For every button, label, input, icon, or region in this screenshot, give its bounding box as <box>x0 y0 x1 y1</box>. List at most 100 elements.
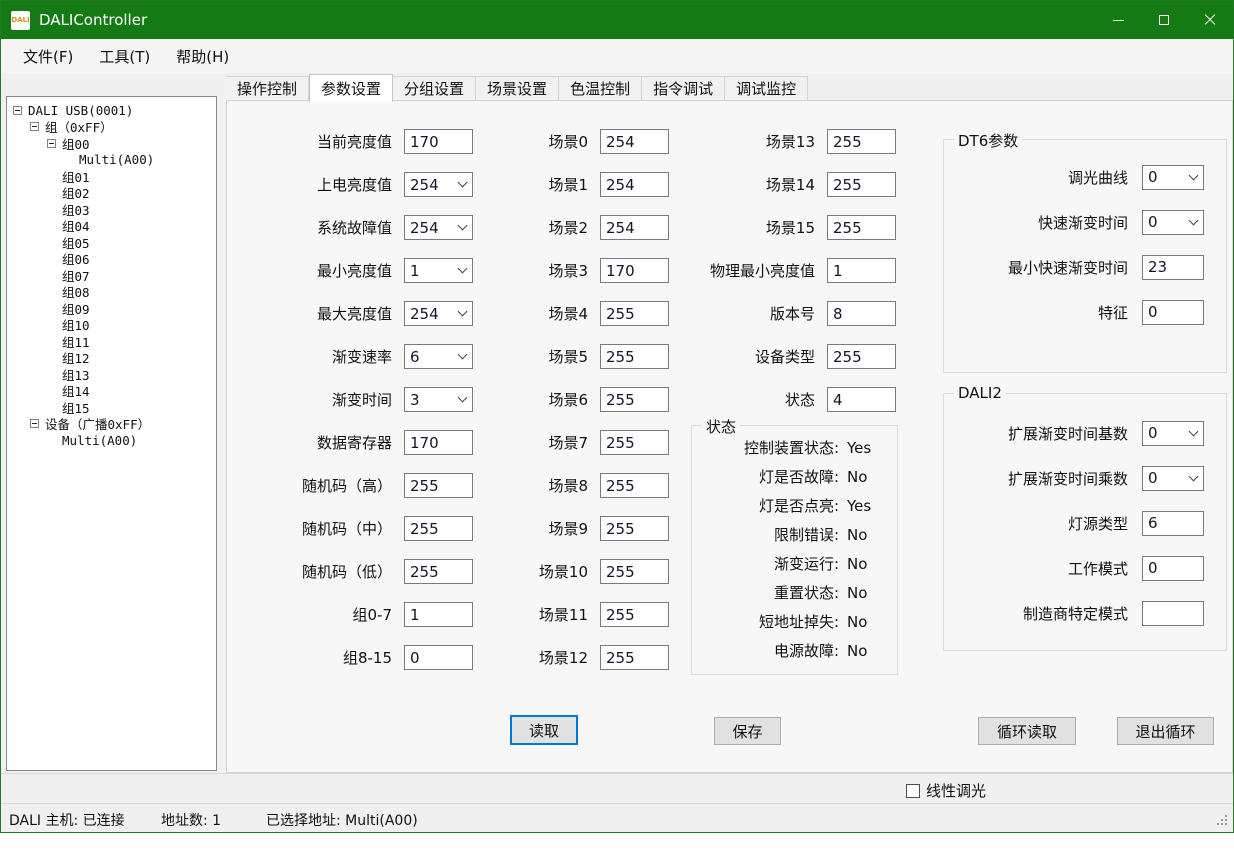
field-input[interactable]: 255 <box>600 559 669 584</box>
field-label: 工作模式 <box>1068 558 1128 579</box>
field-label: 场景11 <box>539 604 588 625</box>
read-button[interactable]: 读取 <box>510 715 578 745</box>
tab[interactable]: 指令调试 <box>642 76 725 101</box>
tree-item[interactable]: 组09 <box>11 300 216 317</box>
field-input[interactable]: 8 <box>827 301 896 326</box>
tree-collapse-icon[interactable] <box>30 122 39 131</box>
field-input[interactable]: 255 <box>404 473 473 498</box>
menu-item[interactable]: 帮助(H) <box>176 46 229 67</box>
field-input[interactable]: 254 <box>600 172 669 197</box>
field-input[interactable]: 255 <box>827 129 896 154</box>
field-combobox[interactable]: 254 <box>404 215 473 240</box>
field-label: 快速渐变时间 <box>1038 212 1128 233</box>
menu-item[interactable]: 文件(F) <box>23 46 73 67</box>
maximize-button[interactable] <box>1141 1 1187 39</box>
tree-collapse-icon[interactable] <box>30 419 39 428</box>
close-button[interactable] <box>1187 1 1233 39</box>
field-input[interactable]: 255 <box>827 172 896 197</box>
field-input[interactable]: 4 <box>827 387 896 412</box>
field-input[interactable]: 255 <box>600 473 669 498</box>
status-row: 短地址掉失: No <box>692 607 897 636</box>
field-combobox[interactable]: 0 <box>1142 210 1204 235</box>
field-row: 场景11 255 <box>506 593 669 636</box>
minimize-button[interactable] <box>1095 1 1141 39</box>
tree-item[interactable]: 组06 <box>11 251 216 268</box>
field-row: 快速渐变时间 0 <box>944 209 1226 235</box>
tree-item[interactable]: 组01 <box>11 168 216 185</box>
tab[interactable]: 调试监控 <box>725 76 808 101</box>
field-input[interactable]: 0 <box>1142 300 1204 325</box>
status-label: 电源故障: <box>698 640 839 661</box>
tree-item[interactable]: DALI USB(0001) <box>11 102 216 119</box>
tree-collapse-icon[interactable] <box>13 106 22 115</box>
field-combobox[interactable]: 1 <box>404 258 473 283</box>
field-combobox[interactable]: 0 <box>1142 421 1204 446</box>
field-input[interactable]: 255 <box>404 559 473 584</box>
field-input[interactable]: 255 <box>600 516 669 541</box>
field-input[interactable]: 0 <box>1142 556 1204 581</box>
tab[interactable]: 操作控制 <box>226 76 309 101</box>
tab[interactable]: 色温控制 <box>559 76 642 101</box>
tree-item[interactable]: 组14 <box>11 383 216 400</box>
status-label: 灯是否点亮: <box>698 495 839 516</box>
field-combobox[interactable]: 6 <box>404 344 473 369</box>
tree-item[interactable]: 组00 <box>11 135 216 152</box>
field-input[interactable]: 23 <box>1142 255 1204 280</box>
field-row: 上电亮度值 254 <box>241 163 473 206</box>
field-input[interactable]: 254 <box>600 129 669 154</box>
field-input[interactable]: 170 <box>404 129 473 154</box>
field-input[interactable]: 255 <box>404 516 473 541</box>
tree-item[interactable]: 组10 <box>11 317 216 334</box>
field-combobox[interactable]: 0 <box>1142 165 1204 190</box>
combo-value: 6 <box>410 348 420 366</box>
tree-item[interactable]: 组02 <box>11 185 216 202</box>
linear-dimming-checkbox[interactable] <box>906 784 920 798</box>
field-combobox[interactable]: 3 <box>404 387 473 412</box>
tree-item[interactable]: 组07 <box>11 267 216 284</box>
tab[interactable]: 场景设置 <box>476 76 559 101</box>
tree-item[interactable]: 组12 <box>11 350 216 367</box>
field-combobox[interactable]: 0 <box>1142 466 1204 491</box>
field-input[interactable]: 255 <box>600 344 669 369</box>
field-input[interactable]: 255 <box>827 215 896 240</box>
field-label: 随机码（中） <box>302 518 392 539</box>
save-button[interactable]: 保存 <box>714 717 781 745</box>
field-input[interactable]: 1 <box>827 258 896 283</box>
resize-grip[interactable] <box>1217 823 1219 825</box>
tree-item[interactable]: 组（0xFF） <box>11 119 216 136</box>
field-input[interactable]: 170 <box>600 258 669 283</box>
app-icon: DALI <box>11 11 30 30</box>
tree-item[interactable]: 组04 <box>11 218 216 235</box>
tree-item[interactable]: 组15 <box>11 399 216 416</box>
field-input[interactable]: 1 <box>404 602 473 627</box>
field-input[interactable]: 255 <box>600 645 669 670</box>
tab[interactable]: 参数设置 <box>309 74 393 102</box>
field-combobox[interactable]: 254 <box>404 172 473 197</box>
field-input[interactable]: 255 <box>600 602 669 627</box>
field-input[interactable]: 255 <box>600 301 669 326</box>
field-row: 渐变时间 3 <box>241 378 473 421</box>
field-input[interactable]: 254 <box>600 215 669 240</box>
field-input[interactable]: 0 <box>404 645 473 670</box>
tree-item[interactable]: 设备（广播0xFF） <box>11 416 216 433</box>
field-input[interactable] <box>1142 601 1204 626</box>
field-input[interactable]: 170 <box>404 430 473 455</box>
field-input[interactable]: 6 <box>1142 511 1204 536</box>
loop-read-button[interactable]: 循环读取 <box>978 717 1076 745</box>
tree-item[interactable]: 组11 <box>11 333 216 350</box>
tree-item[interactable]: 组08 <box>11 284 216 301</box>
tree-item[interactable]: 组05 <box>11 234 216 251</box>
combo-value: 0 <box>1148 213 1158 231</box>
field-input[interactable]: 255 <box>600 387 669 412</box>
tree-collapse-icon[interactable] <box>47 139 56 148</box>
field-input[interactable]: 255 <box>600 430 669 455</box>
tree-item[interactable]: Multi(A00) <box>11 432 216 449</box>
field-combobox[interactable]: 254 <box>404 301 473 326</box>
exit-loop-button[interactable]: 退出循环 <box>1117 717 1214 745</box>
tree-item[interactable]: 组03 <box>11 201 216 218</box>
menu-item[interactable]: 工具(T) <box>99 46 150 67</box>
field-input[interactable]: 255 <box>827 344 896 369</box>
tab[interactable]: 分组设置 <box>393 76 476 101</box>
tree-item[interactable]: 组13 <box>11 366 216 383</box>
tree-item[interactable]: Multi(A00) <box>11 152 216 169</box>
